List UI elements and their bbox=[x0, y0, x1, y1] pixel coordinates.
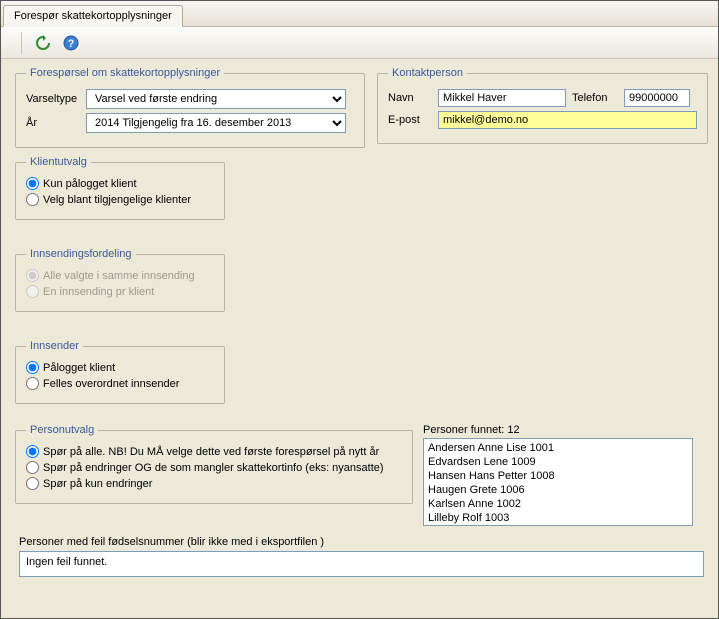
personutvalg-opt3: Spør på kun endringer bbox=[43, 478, 152, 490]
epost-input[interactable] bbox=[438, 111, 697, 129]
toolbar-separator bbox=[21, 32, 22, 54]
persons-list[interactable]: Andersen Anne Lise 1001Edvardsen Lene 10… bbox=[423, 438, 693, 526]
list-item[interactable]: Andersen Anne Lise 1001 bbox=[428, 441, 688, 455]
aar-label: År bbox=[26, 117, 86, 129]
personutvalg-group: Personutvalg Spør på alle. NB! Du MÅ vel… bbox=[15, 424, 413, 504]
svg-text:?: ? bbox=[68, 38, 75, 50]
list-item[interactable]: Lilleby Rolf 1003 bbox=[428, 511, 688, 525]
innsender-opt2: Felles overordnet innsender bbox=[43, 378, 179, 390]
request-legend: Forespørsel om skattekortopplysninger bbox=[26, 67, 224, 79]
innsendingsfordeling-radio-1 bbox=[26, 269, 39, 282]
klientutvalg-opt1: Kun pålogget klient bbox=[43, 178, 137, 190]
telefon-label: Telefon bbox=[572, 92, 624, 104]
epost-label: E-post bbox=[388, 114, 438, 126]
list-item[interactable]: Karlsen Anne 1002 bbox=[428, 497, 688, 511]
navn-label: Navn bbox=[388, 92, 438, 104]
errors-label: Personer med feil fødselsnummer (blir ik… bbox=[19, 536, 704, 548]
personutvalg-radio-2[interactable] bbox=[26, 461, 39, 474]
help-icon[interactable]: ? bbox=[62, 34, 80, 52]
personutvalg-radio-1[interactable] bbox=[26, 445, 39, 458]
list-item[interactable]: Haugen Grete 1006 bbox=[428, 483, 688, 497]
innsendingsfordeling-legend: Innsendingsfordeling bbox=[26, 248, 136, 260]
varseltype-label: Varseltype bbox=[26, 93, 86, 105]
errors-box: Ingen feil funnet. bbox=[19, 551, 704, 577]
innsendingsfordeling-group: Innsendingsfordeling Alle valgte i samme… bbox=[15, 248, 225, 312]
refresh-icon[interactable] bbox=[34, 34, 52, 52]
persons-found-label: Personer funnet: 12 bbox=[423, 424, 708, 436]
contact-legend: Kontaktperson bbox=[388, 67, 467, 79]
toolbar: ? bbox=[1, 27, 718, 59]
request-group: Forespørsel om skattekortopplysninger Va… bbox=[15, 67, 365, 148]
klientutvalg-radio-1[interactable] bbox=[26, 177, 39, 190]
telefon-input[interactable] bbox=[624, 89, 690, 107]
navn-input[interactable] bbox=[438, 89, 566, 107]
innsender-radio-2[interactable] bbox=[26, 377, 39, 390]
innsender-legend: Innsender bbox=[26, 340, 83, 352]
persons-found-section: Personer funnet: 12 Andersen Anne Lise 1… bbox=[423, 424, 708, 526]
contact-group: Kontaktperson Navn Telefon E-post bbox=[377, 67, 708, 144]
klientutvalg-group: Klientutvalg Kun pålogget klient Velg bl… bbox=[15, 156, 225, 220]
tab-strip: Forespør skattekortopplysninger bbox=[1, 1, 718, 27]
innsendingsfordeling-opt1: Alle valgte i samme innsending bbox=[43, 270, 195, 282]
klientutvalg-legend: Klientutvalg bbox=[26, 156, 91, 168]
list-item[interactable]: Edvardsen Lene 1009 bbox=[428, 455, 688, 469]
aar-select[interactable]: 2014 Tilgjengelig fra 16. desember 2013 bbox=[86, 113, 346, 133]
personutvalg-opt1: Spør på alle. NB! Du MÅ velge dette ved … bbox=[43, 446, 379, 458]
innsender-opt1: Pålogget klient bbox=[43, 362, 115, 374]
innsendingsfordeling-radio-2 bbox=[26, 285, 39, 298]
innsender-radio-1[interactable] bbox=[26, 361, 39, 374]
errors-text: Ingen feil funnet. bbox=[26, 556, 107, 568]
tab-main[interactable]: Forespør skattekortopplysninger bbox=[3, 5, 183, 27]
klientutvalg-radio-2[interactable] bbox=[26, 193, 39, 206]
list-item[interactable]: Hansen Hans Petter 1008 bbox=[428, 469, 688, 483]
varseltype-select[interactable]: Varsel ved første endring bbox=[86, 89, 346, 109]
tab-label: Forespør skattekortopplysninger bbox=[14, 10, 172, 22]
klientutvalg-opt2: Velg blant tilgjengelige klienter bbox=[43, 194, 191, 206]
personutvalg-radio-3[interactable] bbox=[26, 477, 39, 490]
personutvalg-legend: Personutvalg bbox=[26, 424, 98, 436]
personutvalg-opt2: Spør på endringer OG de som mangler skat… bbox=[43, 462, 384, 474]
innsendingsfordeling-opt2: En innsending pr klient bbox=[43, 286, 154, 298]
innsender-group: Innsender Pålogget klient Felles overord… bbox=[15, 340, 225, 404]
